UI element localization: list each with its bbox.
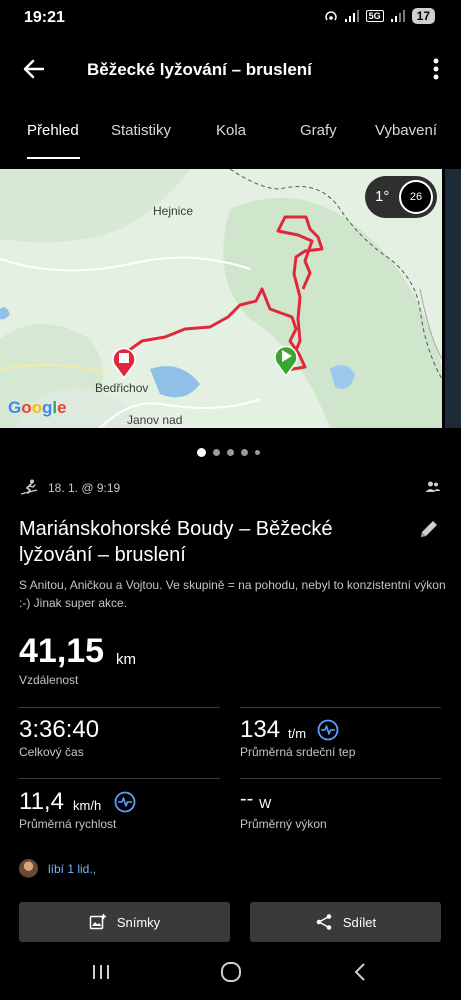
pager-dot[interactable] [197, 448, 206, 457]
temperature: 1° [375, 188, 390, 205]
tab-bar: Přehled Statistiky Kola Grafy Vybavení [0, 110, 461, 160]
power-value: -- [240, 788, 254, 810]
wind-dial: 26 [399, 180, 433, 214]
speed-label: Průměrná rychlost [19, 817, 117, 831]
likes-text[interactable]: líbí 1 lid., [48, 862, 96, 876]
tab-prehled[interactable]: Přehled [27, 122, 79, 139]
carousel-pager [197, 448, 260, 457]
weather-widget[interactable]: 1° 26 [365, 176, 437, 218]
add-photo-icon [89, 914, 106, 930]
back-nav-button[interactable] [340, 959, 380, 985]
pager-dot[interactable] [213, 449, 220, 456]
speed-value: 11,4 [19, 788, 64, 815]
speed-unit: km/h [73, 798, 102, 813]
power-unit: W [259, 796, 272, 811]
battery-indicator: 17 [411, 8, 435, 24]
google-logo: Google [8, 398, 67, 417]
home-icon [221, 962, 241, 982]
divider [19, 778, 220, 779]
tab-kola[interactable]: Kola [216, 122, 246, 139]
activity-meta: 18. 1. @ 9:19 [20, 479, 441, 499]
pager-dot[interactable] [241, 449, 248, 456]
heart-rate-graph-icon[interactable] [317, 719, 339, 741]
photos-button[interactable]: Snímky [19, 902, 230, 942]
page-title: Běžecké lyžování – bruslení [87, 60, 312, 79]
divider [240, 707, 441, 708]
activity-description: S Anitou, Aničkou a Vojtou. Ve skupině =… [19, 578, 446, 610]
app-header: Běžecké lyžování – bruslení [0, 46, 461, 92]
recent-apps-button[interactable] [81, 959, 121, 985]
activity-title: Mariánskohorské Boudy – Běžecké lyžování… [19, 518, 333, 566]
status-icons: 5G 17 [324, 8, 435, 24]
activity-date: 18. 1. @ 9:19 [48, 481, 121, 495]
edit-icon[interactable] [418, 518, 440, 540]
people-icon [425, 481, 441, 492]
power-label: Průměrný výkon [240, 817, 327, 831]
total-time-label: Celkový čas [19, 745, 84, 759]
photos-button-label: Snímky [116, 914, 161, 930]
avatar [19, 859, 38, 878]
home-button[interactable] [211, 959, 251, 985]
share-button[interactable]: Sdílet [250, 902, 441, 942]
heart-rate-value: 134 [240, 716, 281, 743]
share-button-label: Sdílet [342, 914, 377, 930]
distance-unit: km [116, 651, 136, 668]
system-nav-bar [0, 945, 461, 1000]
heart-rate-label: Průměrná srdeční tep [240, 745, 356, 759]
heart-rate-unit: t/m [288, 726, 307, 741]
route-map[interactable]: Hejnice Bedřichov Janov nad Google 1° 26 [0, 169, 442, 428]
recent-apps-icon [93, 965, 109, 979]
map-label-bedrichov: Bedřichov [95, 381, 149, 395]
tab-grafy[interactable]: Grafy [300, 122, 337, 139]
status-bar: 19:21 5G 17 [0, 0, 461, 38]
end-marker-icon [112, 347, 136, 379]
next-map-preview[interactable] [445, 169, 461, 428]
start-marker-icon [274, 345, 298, 377]
map-label-hejnice: Hejnice [153, 204, 194, 218]
distance-value: 41,15 [19, 632, 105, 670]
tab-statistiky[interactable]: Statistiky [111, 122, 171, 139]
wind-value: 26 [409, 191, 423, 203]
chevron-left-icon [354, 963, 365, 981]
total-time-value: 3:36:40 [19, 716, 100, 743]
tab-vybaveni[interactable]: Vybavení [375, 122, 437, 139]
network-type: 5G [365, 10, 384, 22]
more-options-button[interactable] [429, 54, 443, 84]
hotspot-icon [324, 11, 337, 21]
arrow-left-icon [23, 59, 44, 79]
pager-dot[interactable] [227, 449, 234, 456]
active-tab-indicator [27, 157, 80, 159]
skiing-icon [20, 479, 38, 495]
signal-icon [344, 10, 359, 22]
signal-icon-2 [390, 10, 405, 22]
divider [240, 778, 441, 779]
divider [19, 707, 220, 708]
distance-label: Vzdálenost [19, 673, 79, 687]
map-label-janov: Janov nad [127, 413, 183, 427]
speed-graph-icon[interactable] [114, 791, 136, 813]
back-button[interactable] [16, 54, 50, 84]
share-icon [316, 914, 332, 930]
status-time: 19:21 [24, 9, 65, 26]
more-vertical-icon [433, 58, 439, 80]
pager-dot[interactable] [255, 450, 260, 455]
